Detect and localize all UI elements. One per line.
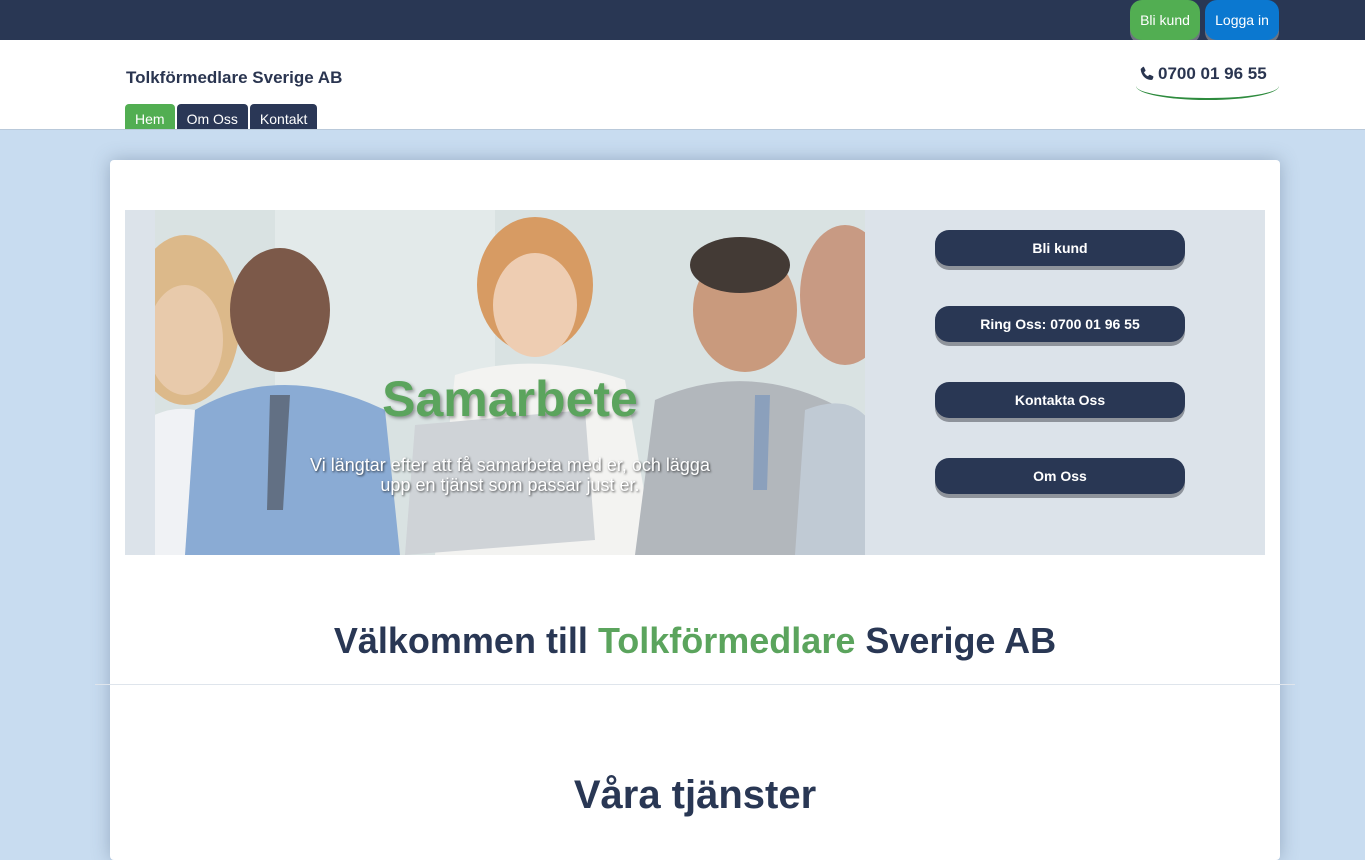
register-button[interactable]: Bli kund [1130,0,1200,40]
hero-image: Samarbete Vi längtar efter att få samarb… [155,210,865,555]
phone-icon [1140,66,1154,80]
main-nav: Hem Om Oss Kontakt [125,104,318,129]
hero-title: Samarbete [382,371,638,427]
contact-us-button[interactable]: Kontakta Oss [935,382,1185,418]
welcome-heading: Välkommen till Tolkförmedlare Sverige AB [110,620,1280,662]
welcome-highlight: Tolkförmedlare [597,620,856,661]
hero-subtitle: Vi längtar efter att få samarbeta med er… [310,455,710,495]
welcome-suffix: Sverige AB [865,620,1057,661]
phone-number: 0700 01 96 55 [1158,64,1267,83]
services-heading: Våra tjänster [573,773,817,817]
section-divider [95,684,1295,685]
welcome-prefix: Välkommen till [333,620,588,661]
about-us-button[interactable]: Om Oss [935,458,1185,494]
nav-tab-kontakt[interactable]: Kontakt [249,104,318,129]
nav-tab-om-oss[interactable]: Om Oss [176,104,248,129]
brand-name[interactable]: Tolkförmedlare Sverige AB [126,68,342,88]
nav-tab-hem[interactable]: Hem [125,104,175,129]
call-us-button[interactable]: Ring Oss: 0700 01 96 55 [935,306,1185,342]
site-header: Tolkförmedlare Sverige AB 0700 01 96 55 … [0,40,1365,130]
top-bar: Bli kund Logga in [0,0,1365,40]
become-customer-button[interactable]: Bli kund [935,230,1185,266]
header-phone[interactable]: 0700 01 96 55 [1138,64,1278,84]
phone-underline [1136,82,1279,100]
login-button[interactable]: Logga in [1205,0,1279,40]
